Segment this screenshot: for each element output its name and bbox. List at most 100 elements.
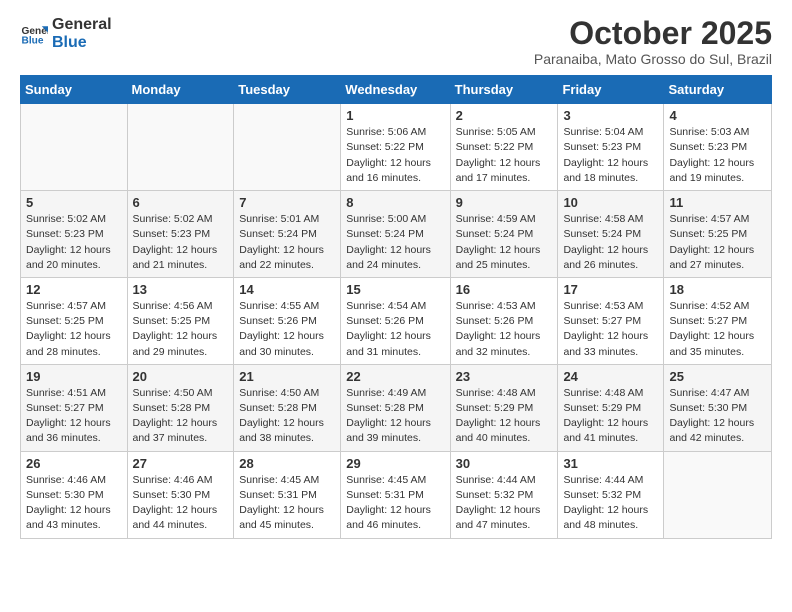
calendar-cell: 19 Sunrise: 4:51 AM Sunset: 5:27 PM Dayli…: [21, 364, 128, 451]
calendar-cell: [234, 104, 341, 191]
logo-general: General: [52, 16, 112, 34]
calendar-cell: 30 Sunrise: 4:44 AM Sunset: 5:32 PM Dayli…: [450, 451, 558, 538]
weekday-header-monday: Monday: [127, 76, 234, 104]
calendar-cell: 22 Sunrise: 4:49 AM Sunset: 5:28 PM Dayli…: [341, 364, 450, 451]
day-number: 11: [669, 195, 766, 210]
day-number: 4: [669, 108, 766, 123]
day-number: 22: [346, 369, 444, 384]
calendar-cell: 24 Sunrise: 4:48 AM Sunset: 5:29 PM Dayli…: [558, 364, 664, 451]
calendar-cell: 13 Sunrise: 4:56 AM Sunset: 5:25 PM Dayli…: [127, 277, 234, 364]
calendar-cell: 15 Sunrise: 4:54 AM Sunset: 5:26 PM Dayli…: [341, 277, 450, 364]
day-info: Sunrise: 4:45 AM Sunset: 5:31 PM Dayligh…: [346, 473, 444, 534]
calendar-cell: 10 Sunrise: 4:58 AM Sunset: 5:24 PM Dayli…: [558, 191, 664, 278]
day-number: 15: [346, 282, 444, 297]
day-info: Sunrise: 4:53 AM Sunset: 5:26 PM Dayligh…: [456, 299, 553, 360]
day-number: 10: [563, 195, 658, 210]
day-info: Sunrise: 4:55 AM Sunset: 5:26 PM Dayligh…: [239, 299, 335, 360]
day-number: 28: [239, 456, 335, 471]
subtitle: Paranaiba, Mato Grosso do Sul, Brazil: [534, 51, 772, 67]
day-info: Sunrise: 5:02 AM Sunset: 5:23 PM Dayligh…: [133, 212, 229, 273]
day-number: 9: [456, 195, 553, 210]
svg-text:Blue: Blue: [22, 36, 44, 47]
calendar-cell: 27Sunrise: 4:46 AM Sunset: 5:30 PM Dayli…: [127, 451, 234, 538]
day-info: Sunrise: 4:57 AM Sunset: 5:25 PM Dayligh…: [26, 299, 122, 360]
day-info: Sunrise: 4:48 AM Sunset: 5:29 PM Dayligh…: [563, 386, 658, 447]
day-info: Sunrise: 4:48 AM Sunset: 5:29 PM Dayligh…: [456, 386, 553, 447]
day-number: 20: [133, 369, 229, 384]
day-number: 7: [239, 195, 335, 210]
day-number: 2: [456, 108, 553, 123]
day-info: Sunrise: 5:01 AM Sunset: 5:24 PM Dayligh…: [239, 212, 335, 273]
calendar-cell: [664, 451, 772, 538]
day-number: 12: [26, 282, 122, 297]
day-number: 21: [239, 369, 335, 384]
title-block: October 2025 Paranaiba, Mato Grosso do S…: [534, 16, 772, 67]
day-number: 8: [346, 195, 444, 210]
calendar-cell: [127, 104, 234, 191]
day-info: Sunrise: 4:58 AM Sunset: 5:24 PM Dayligh…: [563, 212, 658, 273]
calendar-cell: 21 Sunrise: 4:50 AM Sunset: 5:28 PM Dayli…: [234, 364, 341, 451]
day-number: 25: [669, 369, 766, 384]
calendar-cell: 9 Sunrise: 4:59 AM Sunset: 5:24 PM Daylig…: [450, 191, 558, 278]
calendar-cell: 31Sunrise: 4:44 AM Sunset: 5:32 PM Dayli…: [558, 451, 664, 538]
logo-blue: Blue: [52, 34, 112, 52]
day-number: 13: [133, 282, 229, 297]
calendar-cell: 3Sunrise: 5:04 AM Sunset: 5:23 PM Daylig…: [558, 104, 664, 191]
day-info: Sunrise: 4:46 AM Sunset: 5:30 PM Dayligh…: [26, 473, 122, 534]
calendar-cell: 29 Sunrise: 4:45 AM Sunset: 5:31 PM Dayli…: [341, 451, 450, 538]
day-number: 23: [456, 369, 553, 384]
day-info: Sunrise: 4:50 AM Sunset: 5:28 PM Dayligh…: [133, 386, 229, 447]
day-info: Sunrise: 4:50 AM Sunset: 5:28 PM Dayligh…: [239, 386, 335, 447]
day-info: Sunrise: 5:05 AM Sunset: 5:22 PM Dayligh…: [456, 125, 553, 186]
day-number: 26: [26, 456, 122, 471]
day-number: 3: [563, 108, 658, 123]
day-number: 16: [456, 282, 553, 297]
day-info: Sunrise: 4:47 AM Sunset: 5:30 PM Dayligh…: [669, 386, 766, 447]
logo: General Blue General Blue: [20, 16, 112, 53]
calendar-cell: 26 Sunrise: 4:46 AM Sunset: 5:30 PM Dayli…: [21, 451, 128, 538]
calendar-cell: 17Sunrise: 4:53 AM Sunset: 5:27 PM Dayli…: [558, 277, 664, 364]
calendar: SundayMondayTuesdayWednesdayThursdayFrid…: [20, 75, 772, 538]
day-info: Sunrise: 5:06 AM Sunset: 5:22 PM Dayligh…: [346, 125, 444, 186]
calendar-cell: 7 Sunrise: 5:01 AM Sunset: 5:24 PM Daylig…: [234, 191, 341, 278]
calendar-cell: 20 Sunrise: 4:50 AM Sunset: 5:28 PM Dayli…: [127, 364, 234, 451]
calendar-cell: [21, 104, 128, 191]
day-number: 14: [239, 282, 335, 297]
day-number: 30: [456, 456, 553, 471]
calendar-cell: 12 Sunrise: 4:57 AM Sunset: 5:25 PM Dayli…: [21, 277, 128, 364]
day-info: Sunrise: 4:59 AM Sunset: 5:24 PM Dayligh…: [456, 212, 553, 273]
calendar-cell: 5 Sunrise: 5:02 AM Sunset: 5:23 PM Daylig…: [21, 191, 128, 278]
day-number: 19: [26, 369, 122, 384]
day-info: Sunrise: 4:56 AM Sunset: 5:25 PM Dayligh…: [133, 299, 229, 360]
day-info: Sunrise: 5:02 AM Sunset: 5:23 PM Dayligh…: [26, 212, 122, 273]
day-info: Sunrise: 4:52 AM Sunset: 5:27 PM Dayligh…: [669, 299, 766, 360]
day-info: Sunrise: 4:44 AM Sunset: 5:32 PM Dayligh…: [456, 473, 553, 534]
calendar-cell: 6 Sunrise: 5:02 AM Sunset: 5:23 PM Daylig…: [127, 191, 234, 278]
day-info: Sunrise: 4:49 AM Sunset: 5:28 PM Dayligh…: [346, 386, 444, 447]
calendar-cell: 28Sunrise: 4:45 AM Sunset: 5:31 PM Dayli…: [234, 451, 341, 538]
calendar-cell: 11 Sunrise: 4:57 AM Sunset: 5:25 PM Dayli…: [664, 191, 772, 278]
day-info: Sunrise: 4:44 AM Sunset: 5:32 PM Dayligh…: [563, 473, 658, 534]
calendar-cell: 18Sunrise: 4:52 AM Sunset: 5:27 PM Dayli…: [664, 277, 772, 364]
day-info: Sunrise: 4:57 AM Sunset: 5:25 PM Dayligh…: [669, 212, 766, 273]
weekday-header-thursday: Thursday: [450, 76, 558, 104]
weekday-header-saturday: Saturday: [664, 76, 772, 104]
day-number: 27: [133, 456, 229, 471]
calendar-cell: 25 Sunrise: 4:47 AM Sunset: 5:30 PM Dayli…: [664, 364, 772, 451]
calendar-cell: 8 Sunrise: 5:00 AM Sunset: 5:24 PM Daylig…: [341, 191, 450, 278]
calendar-cell: 2 Sunrise: 5:05 AM Sunset: 5:22 PM Daylig…: [450, 104, 558, 191]
month-title: October 2025: [534, 16, 772, 51]
day-info: Sunrise: 4:54 AM Sunset: 5:26 PM Dayligh…: [346, 299, 444, 360]
day-info: Sunrise: 4:51 AM Sunset: 5:27 PM Dayligh…: [26, 386, 122, 447]
day-number: 29: [346, 456, 444, 471]
day-number: 24: [563, 369, 658, 384]
calendar-cell: 23 Sunrise: 4:48 AM Sunset: 5:29 PM Dayli…: [450, 364, 558, 451]
calendar-cell: 14 Sunrise: 4:55 AM Sunset: 5:26 PM Dayli…: [234, 277, 341, 364]
weekday-header-wednesday: Wednesday: [341, 76, 450, 104]
day-info: Sunrise: 5:00 AM Sunset: 5:24 PM Dayligh…: [346, 212, 444, 273]
day-number: 1: [346, 108, 444, 123]
day-number: 5: [26, 195, 122, 210]
day-number: 6: [133, 195, 229, 210]
day-info: Sunrise: 5:03 AM Sunset: 5:23 PM Dayligh…: [669, 125, 766, 186]
calendar-cell: 1 Sunrise: 5:06 AM Sunset: 5:22 PM Daylig…: [341, 104, 450, 191]
